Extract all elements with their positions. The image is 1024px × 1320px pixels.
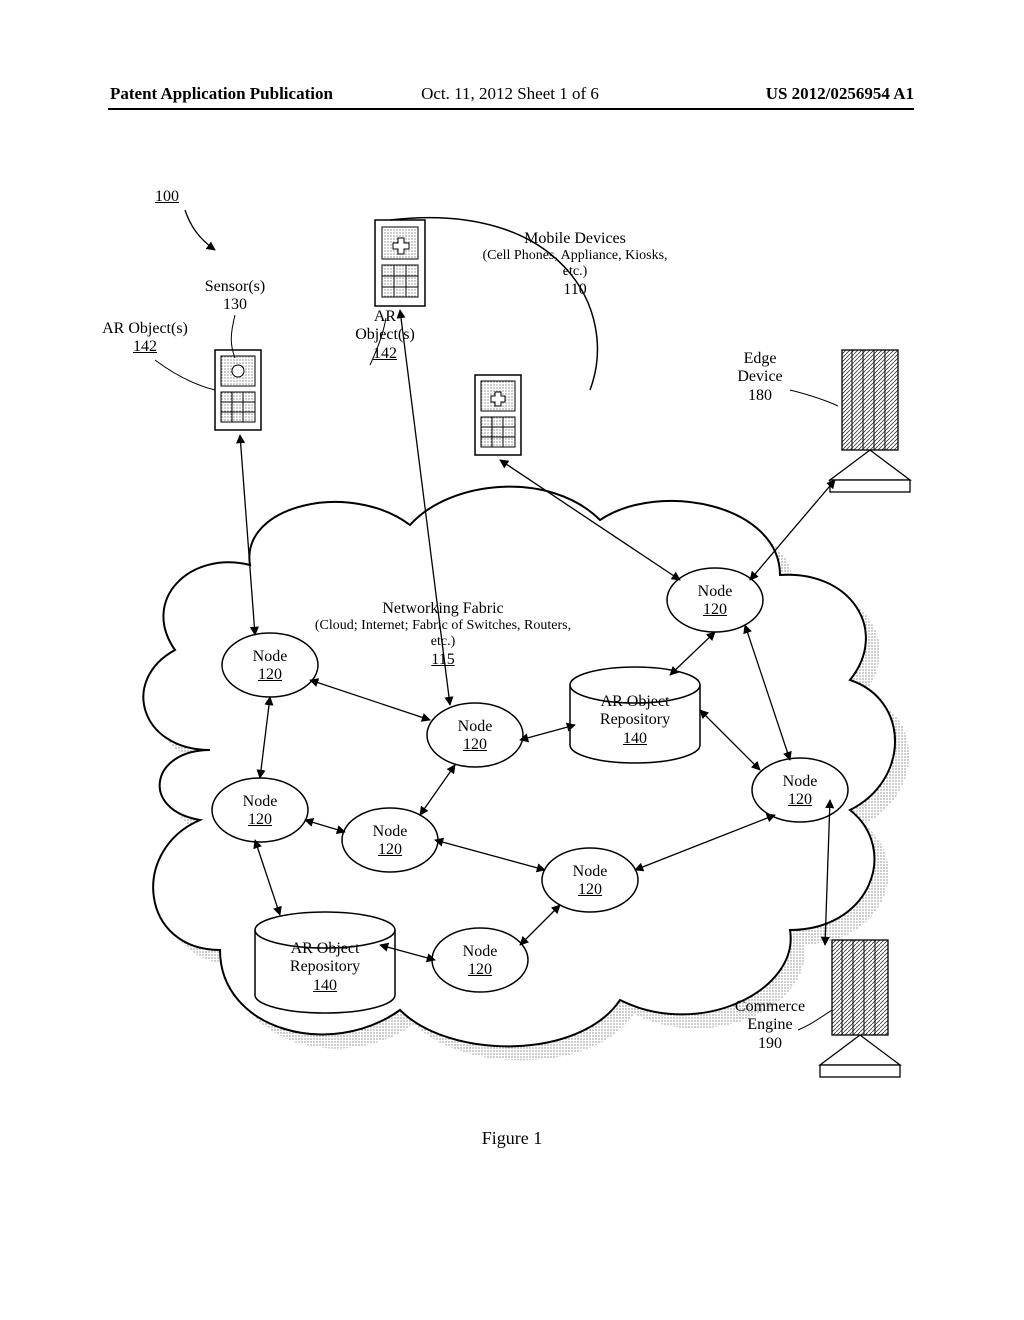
repo-label-right: AR Object Repository 140 xyxy=(585,693,685,748)
node-label-1: Node120 xyxy=(689,583,741,620)
node-label-5: Node120 xyxy=(364,823,416,860)
header-middle: Oct. 11, 2012 Sheet 1 of 6 xyxy=(400,84,620,104)
edge-device-label: Edge Device 180 xyxy=(720,350,800,405)
figure-caption: Figure 1 xyxy=(0,1128,1024,1149)
commerce-label: Commerce Engine 190 xyxy=(720,998,820,1053)
header-right: US 2012/0256954 A1 xyxy=(766,84,914,104)
ar-object-left-label: AR Object(s) 142 xyxy=(90,320,200,357)
node-label-6: Node120 xyxy=(774,773,826,810)
node-label-4: Node120 xyxy=(234,793,286,830)
mobile-devices-label: Mobile Devices (Cell Phones, Appliance, … xyxy=(475,230,675,299)
node-label-2: Node120 xyxy=(244,648,296,685)
figure-1-diagram: 100 Mobile Devices (Cell Phones, Applian… xyxy=(80,160,940,1110)
fabric-label: Networking Fabric (Cloud; Internet; Fabr… xyxy=(308,600,578,669)
node-label-3: Node120 xyxy=(449,718,501,755)
header-left: Patent Application Publication xyxy=(110,84,333,104)
repo-label-left: AR Object Repository 140 xyxy=(275,940,375,995)
node-label-7: Node120 xyxy=(564,863,616,900)
node-label-8: Node120 xyxy=(454,943,506,980)
header-rule xyxy=(108,108,914,110)
system-ref: 100 xyxy=(155,188,179,206)
sensors-label: Sensor(s) 130 xyxy=(190,278,280,315)
ar-object-mid-label: AR Object(s) 142 xyxy=(335,308,435,363)
